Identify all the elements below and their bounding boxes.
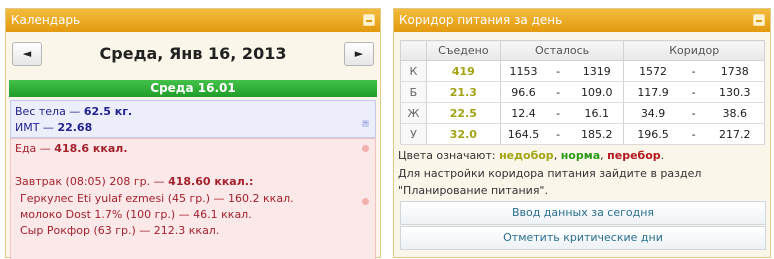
weight-box[interactable]: Вес тела — 62.5 кг. ИМТ — 22.68 [10,100,376,138]
header-cell-empty [400,40,427,61]
table-row: У 32.0 164.5 - 185.2 196.5 - 217.2 [400,123,765,145]
food-total-line: Еда — 418.6 ккал. [15,142,128,155]
calendar-title: Календарь [11,13,81,27]
food-icon[interactable] [361,144,370,153]
corridor-panel: Коридор питания за день Съедено Осталось… [393,8,771,258]
day-bar[interactable]: Среда 16.01 [9,80,377,97]
eaten-value: 419 [426,60,501,82]
table-row: Б 21.3 96.6 - 109.0 117.9 - 130.3 [400,81,765,103]
next-day-button[interactable]: ► [344,42,374,66]
left-min: 1153 [500,60,547,82]
food-item: молоко Dost 1.7% (100 гр.) — 46.1 ккал. [20,208,252,221]
corridor-max: 217.2 [705,123,765,145]
header-eaten: Съедено [425,40,501,61]
breakfast-label: Завтрак (08:05) 208 гр. — [15,175,169,188]
corridor-max: 130.3 [705,81,765,103]
calendar-collapse-button[interactable] [363,14,375,26]
mark-critical-days-button[interactable]: Отметить критические дни [400,226,766,250]
header-corridor: Коридор [623,40,765,61]
left-min: 164.5 [500,123,547,145]
left-max: 16.1 [570,102,625,124]
dash: - [681,60,706,82]
row-label: К [400,60,427,82]
corridor-collapse-button[interactable] [753,14,765,26]
dash: - [681,81,706,103]
legend-prefix: Цвета означают: [398,149,500,162]
eaten-value: 32.0 [426,123,501,145]
legend-under: недобор [499,149,554,162]
dash: - [546,60,571,82]
food-label: Еда — [15,142,55,155]
corridor-min: 196.5 [623,123,682,145]
eaten-value: 21.3 [426,81,501,103]
calendar-header: Календарь [6,9,380,32]
bmi-line: ИМТ — 22.68 [15,121,92,134]
weight-label: Вес тела — [15,105,84,118]
left-max: 109.0 [570,81,625,103]
prev-day-button[interactable]: ◄ [12,42,42,66]
enter-data-button[interactable]: Ввод данных за сегодня [400,201,766,225]
dash: - [546,102,571,124]
corridor-max: 1738 [705,60,765,82]
row-label: У [400,123,427,145]
table-row: Ж 22.5 12.4 - 16.1 34.9 - 38.6 [400,102,765,124]
bmi-label: ИМТ — [15,121,58,134]
breakfast-line: Завтрак (08:05) 208 гр. — 418.60 ккал.: [15,175,253,188]
dash: - [546,123,571,145]
legend-norm: норма [560,149,601,162]
food-item: Сыр Рокфор (63 гр.) — 212.3 ккал. [20,224,220,237]
corridor-table: Съедено Осталось Коридор К 419 1153 - 13… [400,40,765,145]
legend-over: перебор [607,149,661,162]
color-legend: Цвета означают: недобор, норма, перебор. [398,149,664,162]
corridor-min: 117.9 [623,81,682,103]
scale-icon[interactable] [361,119,370,128]
breakfast-value: 418.60 ккал.: [168,175,254,188]
table-row: К 419 1153 - 1319 1572 - 1738 [400,60,765,82]
row-label: Б [400,81,427,103]
food-box[interactable]: Еда — 418.6 ккал. Завтрак (08:05) 208 гр… [10,138,376,259]
table-header-row: Съедено Осталось Коридор [400,40,765,61]
calendar-date-title: Среда, Янв 16, 2013 [99,44,287,63]
corridor-max: 38.6 [705,102,765,124]
calendar-panel: Календарь ◄ Среда, Янв 16, 2013 ► Среда … [5,8,381,259]
row-label: Ж [400,102,427,124]
meal-icon[interactable] [361,197,370,206]
corridor-min: 1572 [623,60,682,82]
info-line-2: "Планирование питания". [398,184,548,197]
left-max: 185.2 [570,123,625,145]
dash: - [546,81,571,103]
info-line-1: Для настройки коридора питания зайдите в… [398,167,702,180]
legend-sep: , [553,149,561,162]
corridor-min: 34.9 [623,102,682,124]
food-value: 418.6 ккал. [54,142,128,155]
food-item: Геркулес Eti yulaf ezmesi (45 гр.) — 160… [20,192,294,205]
dash: - [681,102,706,124]
corridor-title: Коридор питания за день [399,13,563,27]
header-left: Осталось [499,40,625,61]
calendar-nav: ◄ Среда, Янв 16, 2013 ► [11,39,375,69]
left-max: 1319 [570,60,625,82]
dash: - [681,123,706,145]
left-min: 12.4 [500,102,547,124]
weight-value: 62.5 кг. [83,105,133,118]
eaten-value: 22.5 [426,102,501,124]
bmi-value: 22.68 [57,121,93,134]
left-min: 96.6 [500,81,547,103]
corridor-header: Коридор питания за день [394,9,770,32]
weight-line: Вес тела — 62.5 кг. [15,105,132,118]
legend-end: . [660,149,665,162]
